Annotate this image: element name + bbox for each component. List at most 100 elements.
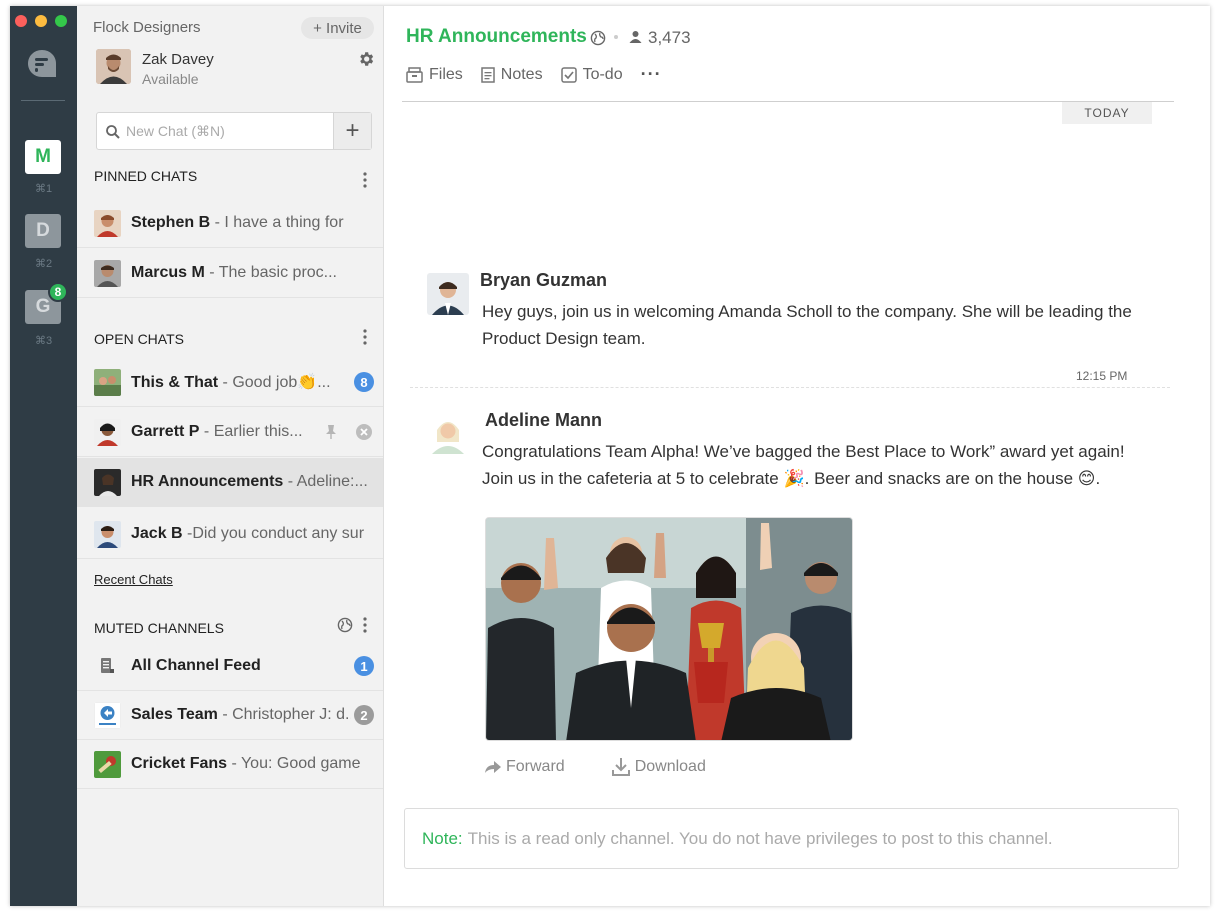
gear-icon[interactable] (357, 50, 375, 68)
download-button[interactable]: Download (611, 757, 706, 777)
message-body: Hey guys, join us in welcoming Amanda Sc… (482, 298, 1162, 352)
close-icon[interactable] (355, 423, 373, 441)
download-icon (611, 758, 630, 776)
avatar (94, 520, 121, 548)
chat-name: Jack B (131, 525, 183, 542)
team-m-shortcut: ⌘1 (34, 183, 53, 195)
chat-name: Garrett P (131, 423, 200, 440)
read-only-notice: Note: This is a read only channel. You d… (404, 808, 1179, 869)
tab-notes[interactable]: Notes (481, 66, 543, 84)
download-label: Download (634, 758, 706, 775)
chat-row-sales-team[interactable]: Sales Team - Christopher J: d... 2 (77, 691, 383, 740)
chat-sidebar: Flock Designers + Invite Zak Davey Avail… (77, 6, 384, 906)
message-line: Hey guys, join us in welcoming Amanda Sc… (482, 302, 1132, 321)
chat-preview: - Good job👏... (218, 374, 331, 391)
chat-row-cricket-fans[interactable]: Cricket Fans - You: Good game (77, 740, 383, 789)
unread-count-badge: 2 (354, 705, 374, 725)
message-author[interactable]: Adeline Mann (485, 410, 602, 431)
chat-preview: - You: Good game (227, 755, 361, 772)
user-name: Zak Davey (142, 51, 214, 68)
team-celebration-photo[interactable] (485, 517, 853, 741)
chat-row-marcus-m[interactable]: Marcus M - The basic proc... (77, 249, 383, 298)
chat-row-text: Stephen B - I have a thing for (131, 214, 367, 232)
attachment-actions: Forward Download (484, 757, 752, 777)
window-minimize-button[interactable] (35, 15, 47, 27)
message-line: Product Design team. (482, 329, 646, 348)
chat-name: This & That (131, 374, 219, 391)
team-g-shortcut: ⌘3 (34, 335, 53, 347)
avatar[interactable] (427, 412, 469, 454)
chat-row-hr-announcements[interactable]: HR Announcements - Adeline:... (77, 458, 383, 507)
channel-feed-icon (101, 658, 114, 673)
rail-divider (21, 100, 65, 101)
tab-files-label: Files (429, 65, 463, 83)
open-chats-heading: OPEN CHATS (94, 331, 184, 347)
flock-logo-icon[interactable] (26, 48, 58, 80)
chat-row-text: Garrett P - Earlier this... (131, 423, 311, 441)
forward-label: Forward (506, 758, 565, 775)
avatar[interactable] (427, 273, 469, 315)
message-line: Congratulations Team Alpha! We’ve bagged… (482, 442, 1125, 461)
chat-row-garrett-p[interactable]: Garrett P - Earlier this... (77, 408, 383, 457)
chat-name: Marcus M (131, 264, 205, 281)
team-m-button[interactable]: M (25, 140, 61, 174)
chat-row-text: All Channel Feed (131, 657, 367, 675)
channel-title[interactable]: HR Announcements (406, 26, 587, 48)
muted-menu-icon[interactable] (362, 617, 368, 633)
pin-icon[interactable] (322, 423, 340, 441)
forward-arrow-icon (485, 761, 501, 773)
member-count[interactable]: 3,473 (648, 28, 691, 48)
unread-count-badge: 8 (354, 372, 374, 392)
chat-name: Stephen B (131, 214, 211, 231)
tab-todo[interactable]: To-do (560, 65, 623, 84)
public-channel-globe-icon (590, 30, 606, 46)
chat-row-jack-b[interactable]: Jack B -Did you conduct any sur (77, 510, 383, 559)
unread-count-badge: 1 (354, 656, 374, 676)
avatar (94, 701, 121, 729)
chat-name: Sales Team (131, 706, 218, 723)
globe-icon[interactable] (337, 617, 353, 633)
chat-row-text: Cricket Fans - You: Good game (131, 755, 367, 773)
team-d-button[interactable]: D (25, 214, 61, 248)
members-icon[interactable] (629, 30, 642, 44)
team-rail: M ⌘1 D ⌘2 G 8 ⌘3 (10, 6, 77, 906)
chat-row-this-and-that[interactable]: This & That - Good job👏... 8 (77, 358, 383, 407)
chat-preview: - I have a thing for (210, 214, 344, 231)
conversation-panel: HR Announcements 3,473 Files Notes To-do… (384, 6, 1210, 906)
chat-row-text: This & That - Good job👏... (131, 372, 346, 392)
note-label: Note: (422, 828, 463, 848)
message-divider (410, 387, 1170, 388)
avatar (94, 418, 121, 446)
message-body: Congratulations Team Alpha! We’ve bagged… (482, 438, 1182, 492)
invite-button[interactable]: + Invite (301, 17, 374, 39)
open-chats-menu-icon[interactable] (362, 329, 368, 345)
window-close-button[interactable] (15, 15, 27, 27)
chat-row-all-channel-feed[interactable]: All Channel Feed 1 (77, 642, 383, 691)
recent-chats-link[interactable]: Recent Chats (94, 572, 173, 587)
date-divider: TODAY (1062, 102, 1152, 124)
chat-row-text: HR Announcements - Adeline:... (131, 473, 367, 491)
chat-row-stephen-b[interactable]: Stephen B - I have a thing for (77, 199, 383, 248)
team-name: Flock Designers (93, 19, 201, 36)
avatar (94, 209, 121, 237)
message-author[interactable]: Bryan Guzman (480, 270, 607, 291)
tab-todo-label: To-do (582, 65, 623, 83)
avatar (94, 468, 121, 496)
new-chat-input[interactable] (126, 113, 326, 149)
chat-name: HR Announcements (131, 473, 284, 490)
team-g-unread-badge: 8 (48, 282, 68, 302)
window-zoom-button[interactable] (55, 15, 67, 27)
chat-preview: - The basic proc... (204, 264, 337, 281)
chat-preview: -Did you conduct any sur (182, 525, 365, 542)
pinned-menu-icon[interactable] (362, 172, 368, 188)
chat-row-text: Sales Team - Christopher J: d... (131, 706, 351, 724)
more-options-button[interactable]: ··· (641, 64, 662, 85)
tab-files[interactable]: Files (406, 66, 463, 84)
search-icon (106, 125, 120, 139)
files-icon (406, 66, 423, 83)
muted-channels-heading: MUTED CHANNELS (94, 620, 224, 636)
new-chat-add-button[interactable]: + (333, 113, 371, 149)
forward-button[interactable]: Forward (484, 757, 565, 777)
notes-icon (481, 66, 495, 83)
user-avatar[interactable] (96, 49, 131, 84)
